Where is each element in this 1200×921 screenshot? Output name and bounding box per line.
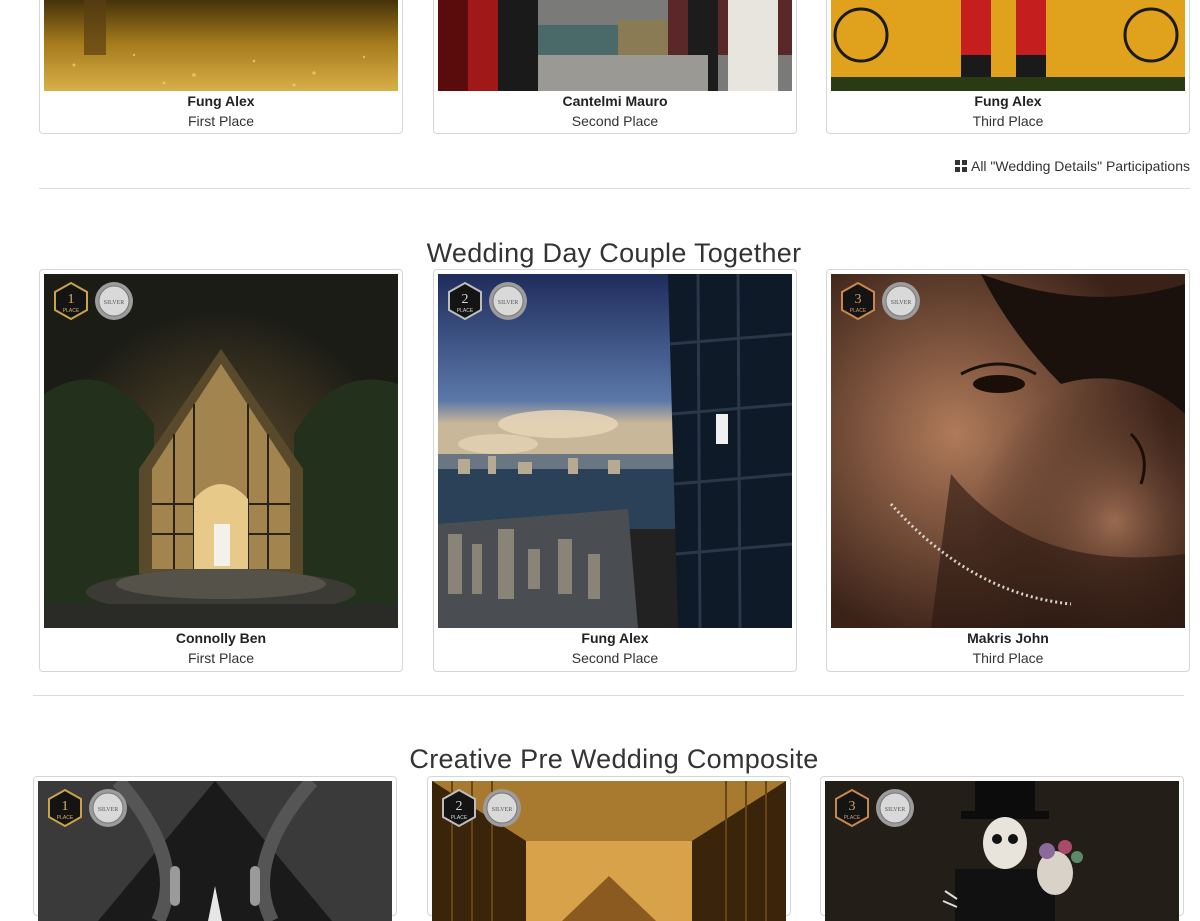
svg-text:SILVER: SILVER (885, 807, 905, 813)
svg-text:PLACE: PLACE (850, 308, 867, 314)
entry-name: Connolly Ben (175, 630, 267, 646)
second-place-badge: 2 PLACE (442, 789, 476, 827)
silver-award-seal: SILVER (875, 788, 915, 828)
entry-card[interactable]: 2 PLACE SILVER Fung Alex Second Place (433, 269, 797, 672)
silver-award-seal: SILVER (94, 281, 134, 321)
section-title: Wedding Day Couple Together (426, 238, 802, 268)
entry-place: First Place (187, 113, 255, 129)
entry-photo[interactable]: 1 PLACE SILVER (38, 781, 392, 921)
svg-text:SILVER: SILVER (492, 807, 512, 813)
entry-card[interactable]: 3 PLACE SILVER (820, 776, 1184, 921)
entry-photo[interactable] (438, 0, 792, 91)
section-title: Creative Pre Wedding Composite (409, 744, 819, 774)
silver-award-seal: SILVER (881, 281, 921, 321)
entry-place: Second Place (571, 113, 659, 129)
entry-photo[interactable]: 1 PLACE SILVER (44, 274, 398, 628)
entry-card[interactable]: 3 PLACE SILVER Makris John Third Place (826, 269, 1190, 672)
svg-text:PLACE: PLACE (844, 815, 861, 821)
svg-text:PLACE: PLACE (57, 815, 74, 821)
first-place-badge: 1 PLACE (54, 282, 88, 320)
entry-name: Fung Alex (581, 630, 649, 646)
entry-card[interactable]: 2 PLACE SILVER (427, 776, 791, 921)
silver-award-seal: SILVER (88, 788, 128, 828)
entry-photo[interactable]: 3 PLACE SILVER (825, 781, 1179, 921)
entry-photo[interactable]: 2 PLACE SILVER (438, 274, 792, 628)
entry-card[interactable]: 1 PLACE SILVER Connolly Ben First Place (39, 269, 403, 672)
third-place-badge: 3 PLACE (841, 282, 875, 320)
entry-photo[interactable]: 2 PLACE SILVER (432, 781, 786, 921)
entry-photo[interactable]: 3 PLACE SILVER (831, 274, 1185, 628)
entry-place: Third Place (972, 650, 1044, 666)
grid-icon (954, 160, 967, 172)
svg-text:PLACE: PLACE (457, 308, 474, 314)
svg-text:SILVER: SILVER (498, 300, 518, 306)
entry-name: Fung Alex (187, 93, 255, 109)
third-place-badge: 3 PLACE (835, 789, 869, 827)
svg-text:PLACE: PLACE (63, 308, 80, 314)
svg-text:SILVER: SILVER (891, 300, 911, 306)
entry-card[interactable]: Cantelmi Mauro Second Place (433, 0, 797, 134)
svg-text:1: 1 (68, 292, 75, 307)
section-divider (39, 188, 1190, 189)
svg-text:PLACE: PLACE (451, 815, 468, 821)
second-place-badge: 2 PLACE (448, 282, 482, 320)
svg-text:SILVER: SILVER (104, 300, 124, 306)
svg-text:SILVER: SILVER (98, 807, 118, 813)
entry-card[interactable]: 1 PLACE SILVER (33, 776, 397, 921)
svg-text:2: 2 (456, 799, 463, 814)
entry-name: Fung Alex (974, 93, 1042, 109)
entry-card[interactable]: Fung Alex Third Place (826, 0, 1190, 134)
silver-award-seal: SILVER (488, 281, 528, 321)
all-participations-link[interactable]: All "Wedding Details" Participations (954, 158, 1190, 174)
entry-place: Second Place (571, 650, 659, 666)
svg-text:3: 3 (849, 799, 856, 814)
svg-text:1: 1 (62, 799, 69, 814)
entry-card[interactable]: Fung Alex First Place (39, 0, 403, 134)
section-divider (33, 695, 1184, 696)
entry-photo[interactable] (44, 0, 398, 91)
entry-photo[interactable] (831, 0, 1185, 91)
entry-name: Makris John (967, 630, 1049, 646)
entry-name: Cantelmi Mauro (562, 93, 668, 109)
entry-place: Third Place (972, 113, 1044, 129)
entry-place: First Place (187, 650, 255, 666)
first-place-badge: 1 PLACE (48, 789, 82, 827)
svg-text:3: 3 (855, 292, 862, 307)
svg-text:2: 2 (462, 292, 469, 307)
all-participations-label: All "Wedding Details" Participations (970, 158, 1190, 174)
silver-award-seal: SILVER (482, 788, 522, 828)
